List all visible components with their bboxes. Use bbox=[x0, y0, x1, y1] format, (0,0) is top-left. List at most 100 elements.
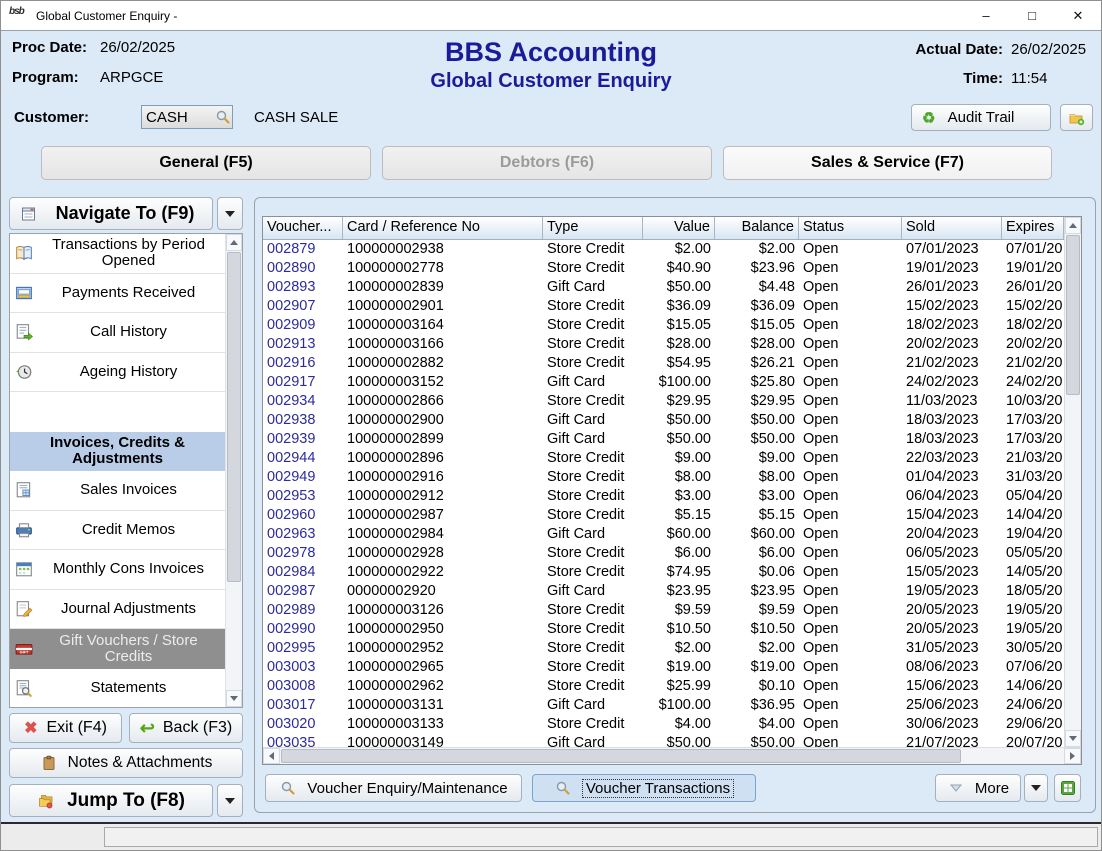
table-row[interactable]: 002953100000002912Store Credit$3.00$3.00… bbox=[263, 487, 1064, 506]
scroll-right-button[interactable] bbox=[1064, 748, 1081, 764]
close-button[interactable]: ✕ bbox=[1055, 1, 1101, 31]
scroll-down-button[interactable] bbox=[1065, 730, 1081, 747]
audit-trail-button[interactable]: ♻ Audit Trail bbox=[911, 104, 1051, 131]
cell-voucher[interactable]: 002987 bbox=[263, 582, 343, 601]
table-row[interactable]: 002938100000002900Gift Card$50.00$50.00O… bbox=[263, 411, 1064, 430]
column-header-balance[interactable]: Balance bbox=[715, 217, 799, 239]
table-row[interactable]: 002960100000002987Store Credit$5.15$5.15… bbox=[263, 506, 1064, 525]
cell-voucher[interactable]: 003020 bbox=[263, 715, 343, 734]
sidebar-item-transactions-by-period-opened[interactable]: Transactions by Period Opened bbox=[10, 234, 225, 274]
cell-voucher[interactable]: 002939 bbox=[263, 430, 343, 449]
scroll-up-button[interactable] bbox=[226, 234, 242, 251]
export-excel-button[interactable] bbox=[1054, 774, 1081, 802]
cell-voucher[interactable]: 002953 bbox=[263, 487, 343, 506]
table-row[interactable]: 003017100000003131Gift Card$100.00$36.95… bbox=[263, 696, 1064, 715]
sidebar-item-payments-received[interactable]: Payments Received bbox=[10, 274, 225, 314]
sidebar-item-journal-adjustments[interactable]: Journal Adjustments bbox=[10, 590, 225, 630]
table-row[interactable]: 002989100000003126Store Credit$9.59$9.59… bbox=[263, 601, 1064, 620]
sidebar-item-monthly-cons-invoices[interactable]: Monthly Cons Invoices bbox=[10, 550, 225, 590]
table-row[interactable]: 002917100000003152Gift Card$100.00$25.80… bbox=[263, 373, 1064, 392]
minimize-button[interactable]: – bbox=[963, 1, 1009, 31]
cell-voucher[interactable]: 002949 bbox=[263, 468, 343, 487]
navigate-to-button[interactable]: Navigate To (F9) bbox=[9, 197, 213, 230]
notes-attachments-button[interactable]: Notes & Attachments bbox=[9, 748, 243, 778]
cell-voucher[interactable]: 002879 bbox=[263, 240, 343, 259]
cell-voucher[interactable]: 002984 bbox=[263, 563, 343, 582]
scrollbar-thumb[interactable] bbox=[227, 252, 241, 582]
table-row[interactable]: 002879100000002938Store Credit$2.00$2.00… bbox=[263, 240, 1064, 259]
table-row[interactable]: 003020100000003133Store Credit$4.00$4.00… bbox=[263, 715, 1064, 734]
cell-voucher[interactable]: 002990 bbox=[263, 620, 343, 639]
cell-voucher[interactable]: 002960 bbox=[263, 506, 343, 525]
column-header-type[interactable]: Type bbox=[543, 217, 643, 239]
search-icon[interactable] bbox=[214, 108, 232, 126]
column-header-sold[interactable]: Sold bbox=[902, 217, 1002, 239]
column-header-value[interactable]: Value bbox=[643, 217, 715, 239]
column-header-voucher[interactable]: Voucher... bbox=[263, 217, 343, 239]
table-row[interactable]: 002978100000002928Store Credit$6.00$6.00… bbox=[263, 544, 1064, 563]
cell-voucher[interactable]: 002890 bbox=[263, 259, 343, 278]
table-row[interactable]: 002909100000003164Store Credit$15.05$15.… bbox=[263, 316, 1064, 335]
table-row[interactable]: 002944100000002896Store Credit$9.00$9.00… bbox=[263, 449, 1064, 468]
cell-voucher[interactable]: 002934 bbox=[263, 392, 343, 411]
table-row[interactable]: 002939100000002899Gift Card$50.00$50.00O… bbox=[263, 430, 1064, 449]
sidebar-item-statements[interactable]: Statements bbox=[10, 669, 225, 708]
table-row[interactable]: 002893100000002839Gift Card$50.00$4.48Op… bbox=[263, 278, 1064, 297]
voucher-transactions-button[interactable]: Voucher Transactions bbox=[532, 774, 756, 802]
sidebar-item-ageing-history[interactable]: Ageing History bbox=[10, 353, 225, 393]
voucher-enquiry-button[interactable]: Voucher Enquiry/Maintenance bbox=[265, 774, 522, 802]
tab-sales-service[interactable]: Sales & Service (F7) bbox=[723, 146, 1052, 180]
jump-to-button[interactable]: Jump To (F8) bbox=[9, 784, 213, 817]
column-header-status[interactable]: Status bbox=[799, 217, 902, 239]
cell-voucher[interactable]: 002978 bbox=[263, 544, 343, 563]
cell-voucher[interactable]: 002989 bbox=[263, 601, 343, 620]
table-row[interactable]: 002963100000002984Gift Card$60.00$60.00O… bbox=[263, 525, 1064, 544]
scrollbar-thumb[interactable] bbox=[281, 749, 961, 763]
cell-voucher[interactable]: 003035 bbox=[263, 734, 343, 747]
navigate-to-dropdown-button[interactable] bbox=[217, 197, 243, 230]
sidebar-item-sales-invoices[interactable]: Sales Invoices bbox=[10, 471, 225, 511]
cell-voucher[interactable]: 002995 bbox=[263, 639, 343, 658]
more-dropdown-button[interactable] bbox=[1024, 774, 1048, 802]
table-row[interactable]: 002949100000002916Store Credit$8.00$8.00… bbox=[263, 468, 1064, 487]
cell-voucher[interactable]: 002913 bbox=[263, 335, 343, 354]
table-row[interactable]: 002984100000002922Store Credit$74.95$0.0… bbox=[263, 563, 1064, 582]
folder-add-button[interactable] bbox=[1060, 104, 1093, 131]
column-header-expires[interactable]: Expires bbox=[1002, 217, 1064, 239]
customer-code-field[interactable] bbox=[141, 105, 233, 129]
cell-voucher[interactable]: 002893 bbox=[263, 278, 343, 297]
table-row[interactable]: 002934100000002866Store Credit$29.95$29.… bbox=[263, 392, 1064, 411]
table-row[interactable]: 002907100000002901Store Credit$36.09$36.… bbox=[263, 297, 1064, 316]
cell-voucher[interactable]: 002938 bbox=[263, 411, 343, 430]
table-row[interactable]: 003035100000003149Gift Card$50.00$50.00O… bbox=[263, 734, 1064, 747]
table-row[interactable]: 002913100000003166Store Credit$28.00$28.… bbox=[263, 335, 1064, 354]
customer-code-input[interactable] bbox=[142, 109, 214, 126]
cell-voucher[interactable]: 002917 bbox=[263, 373, 343, 392]
cell-voucher[interactable]: 003003 bbox=[263, 658, 343, 677]
back-button[interactable]: ↩ Back (F3) bbox=[129, 713, 243, 743]
scroll-down-button[interactable] bbox=[226, 690, 242, 707]
table-row[interactable]: 002890100000002778Store Credit$40.90$23.… bbox=[263, 259, 1064, 278]
sidebar-item-credit-memos[interactable]: Credit Memos bbox=[10, 511, 225, 551]
table-row[interactable]: 002990100000002950Store Credit$10.50$10.… bbox=[263, 620, 1064, 639]
cell-voucher[interactable]: 002963 bbox=[263, 525, 343, 544]
table-row[interactable]: 002995100000002952Store Credit$2.00$2.00… bbox=[263, 639, 1064, 658]
maximize-button[interactable]: □ bbox=[1009, 1, 1055, 31]
scrollbar-thumb[interactable] bbox=[1066, 235, 1080, 395]
scroll-left-button[interactable] bbox=[263, 748, 280, 764]
cell-voucher[interactable]: 002944 bbox=[263, 449, 343, 468]
table-row[interactable]: 003008100000002962Store Credit$25.99$0.1… bbox=[263, 677, 1064, 696]
scroll-up-button[interactable] bbox=[1065, 217, 1081, 234]
sidebar-item-call-history[interactable]: Call History bbox=[10, 313, 225, 353]
jump-to-dropdown-button[interactable] bbox=[217, 784, 243, 817]
table-row[interactable]: 002916100000002882Store Credit$54.95$26.… bbox=[263, 354, 1064, 373]
cell-voucher[interactable]: 002916 bbox=[263, 354, 343, 373]
cell-voucher[interactable]: 002907 bbox=[263, 297, 343, 316]
column-header-card[interactable]: Card / Reference No bbox=[343, 217, 543, 239]
sidebar-item-gift-vouchers-store-credits[interactable]: GIFTGift Vouchers / Store Credits bbox=[10, 629, 225, 669]
table-row[interactable]: 00298700000002920Gift Card$23.95$23.95Op… bbox=[263, 582, 1064, 601]
table-row[interactable]: 003003100000002965Store Credit$19.00$19.… bbox=[263, 658, 1064, 677]
exit-button[interactable]: ✖ Exit (F4) bbox=[9, 713, 122, 743]
more-button[interactable]: More bbox=[935, 774, 1021, 802]
tab-general[interactable]: General (F5) bbox=[41, 146, 371, 180]
